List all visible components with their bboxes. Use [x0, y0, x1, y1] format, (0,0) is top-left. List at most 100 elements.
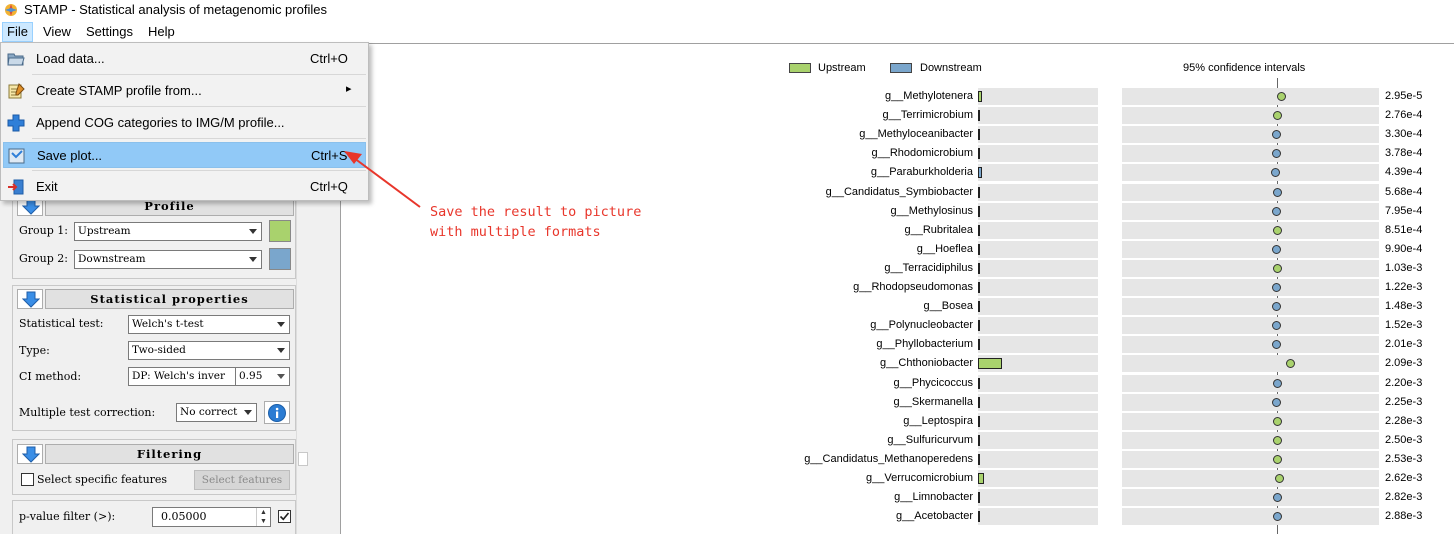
p-value-label: 2.01e-3 [1385, 338, 1423, 350]
p-value-label: 2.53e-3 [1385, 453, 1423, 465]
proportion-bar [978, 110, 980, 121]
checkmark-icon [279, 512, 290, 521]
ci-point [1273, 417, 1282, 426]
feature-label: g__Acetobacter [895, 510, 973, 522]
ci-background [1122, 107, 1379, 124]
proportion-bar [978, 148, 980, 159]
stats-collapse-button[interactable] [17, 289, 43, 309]
filtering-section-title: Filtering [45, 444, 294, 464]
select-features-button[interactable]: Select features [194, 470, 290, 490]
proportion-bar [978, 282, 980, 293]
p-value-label: 5.68e-4 [1385, 186, 1423, 198]
menu-item-shortcut: Ctrl+O [310, 51, 348, 66]
pvalue-filter-value: 0.05000 [161, 510, 207, 523]
group2-color-swatch[interactable] [269, 248, 291, 270]
stamp-app-icon [5, 4, 17, 16]
pvalue-filter-spinbox[interactable]: 0.05000 [152, 507, 271, 527]
bar-background [978, 432, 1098, 449]
menu-file[interactable]: File [2, 22, 33, 42]
menu-separator [32, 106, 366, 107]
p-value-label: 2.82e-3 [1385, 491, 1423, 503]
chevron-down-icon [249, 229, 257, 234]
p-value-label: 9.90e-4 [1385, 243, 1423, 255]
multiple-test-value: No correct [180, 406, 238, 418]
statistical-test-select[interactable]: Welch's t-test [128, 315, 290, 334]
legend-label-upstream: Upstream [818, 62, 866, 74]
feature-label: g__Methylotenera [884, 90, 973, 102]
ci-point [1286, 359, 1295, 368]
bar-background [978, 508, 1098, 525]
feature-label: g__Candidatus_Symbiobacter [825, 186, 973, 198]
select-specific-features-label: Select specific features [37, 473, 168, 486]
multiple-test-select[interactable]: No correct [176, 403, 257, 422]
type-select[interactable]: Two-sided [128, 341, 290, 360]
feature-label: g__Candidatus_Methanoperedens [804, 453, 973, 465]
dock-scroll-thumb[interactable] [298, 452, 308, 466]
feature-label: g__Verrucomicrobium [866, 472, 973, 484]
proportion-bar [978, 339, 980, 350]
feature-label: g__Methyloceanibacter [859, 128, 973, 140]
menu-view[interactable]: View [39, 22, 75, 42]
group1-color-swatch[interactable] [269, 220, 291, 242]
menu-item-exit[interactable]: Exit Ctrl+Q [3, 174, 366, 200]
chevron-down-icon [277, 348, 285, 353]
menu-item-create-profile[interactable]: Create STAMP profile from... ▸ [3, 78, 366, 104]
group1-value: Upstream [78, 225, 131, 237]
menu-item-save-plot[interactable]: Save plot... Ctrl+S [3, 142, 366, 168]
p-value-label: 1.22e-3 [1385, 281, 1423, 293]
notepad-icon [8, 83, 25, 99]
pvalue-filter-checkbox[interactable] [278, 510, 291, 523]
ci-point [1273, 226, 1282, 235]
annotation-arrow-icon [344, 151, 421, 208]
bar-background [978, 451, 1098, 468]
ci-method-value: DP: Welch's inver [132, 370, 226, 382]
p-value-label: 4.39e-4 [1385, 166, 1423, 178]
proportion-bar [978, 320, 980, 331]
feature-label: g__Terracidiphilus [884, 262, 973, 274]
bar-background [978, 184, 1098, 201]
group2-select[interactable]: Downstream [74, 250, 262, 269]
window-title: STAMP - Statistical analysis of metageno… [24, 2, 327, 17]
legend-label-downstream: Downstream [920, 62, 982, 74]
info-button[interactable] [264, 401, 290, 424]
chevron-down-icon [277, 322, 285, 327]
annotation-text: Save the result to picture with multiple… [430, 204, 642, 240]
proportion-bar [978, 244, 980, 255]
menu-settings[interactable]: Settings [82, 22, 137, 42]
ci-background [1122, 413, 1379, 430]
ci-point [1273, 436, 1282, 445]
p-value-label: 2.62e-3 [1385, 472, 1423, 484]
statistical-test-value: Welch's t-test [132, 318, 204, 330]
dock-scrollbar[interactable] [296, 196, 310, 534]
proportion-bar [978, 473, 984, 484]
menu-bar [0, 20, 1454, 42]
feature-label: g__Methylosinus [890, 205, 973, 217]
ci-background [1122, 432, 1379, 449]
bar-background [978, 203, 1098, 220]
p-value-label: 2.09e-3 [1385, 357, 1423, 369]
menu-help[interactable]: Help [144, 22, 179, 42]
spinbox-arrows-icon[interactable]: ▲ ▼ [256, 508, 270, 526]
feature-label: g__Phycicoccus [893, 377, 974, 389]
ci-background [1122, 279, 1379, 296]
group1-label: Group 1: [19, 224, 68, 237]
ci-point [1273, 379, 1282, 388]
multiple-test-label: Multiple test correction: [19, 406, 156, 419]
p-value-label: 1.52e-3 [1385, 319, 1423, 331]
bar-background [978, 241, 1098, 258]
save-icon [8, 148, 25, 164]
menu-item-load-data[interactable]: Load data... Ctrl+O [3, 46, 366, 72]
ci-point [1272, 398, 1281, 407]
ci-point [1272, 207, 1281, 216]
group1-select[interactable]: Upstream [74, 222, 262, 241]
select-specific-features-checkbox[interactable] [21, 473, 34, 486]
proportion-bar [978, 225, 980, 236]
ci-point [1273, 512, 1282, 521]
submenu-arrow-icon: ▸ [346, 83, 352, 95]
ci-level-select[interactable]: 0.95 [235, 367, 290, 386]
p-value-label: 2.20e-3 [1385, 377, 1423, 389]
ci-method-select[interactable]: DP: Welch's inver [128, 367, 236, 386]
menu-item-append-cog[interactable]: Append COG categories to IMG/M profile..… [3, 110, 366, 136]
menu-item-label: Exit [36, 179, 58, 194]
filtering-collapse-button[interactable] [17, 444, 43, 464]
